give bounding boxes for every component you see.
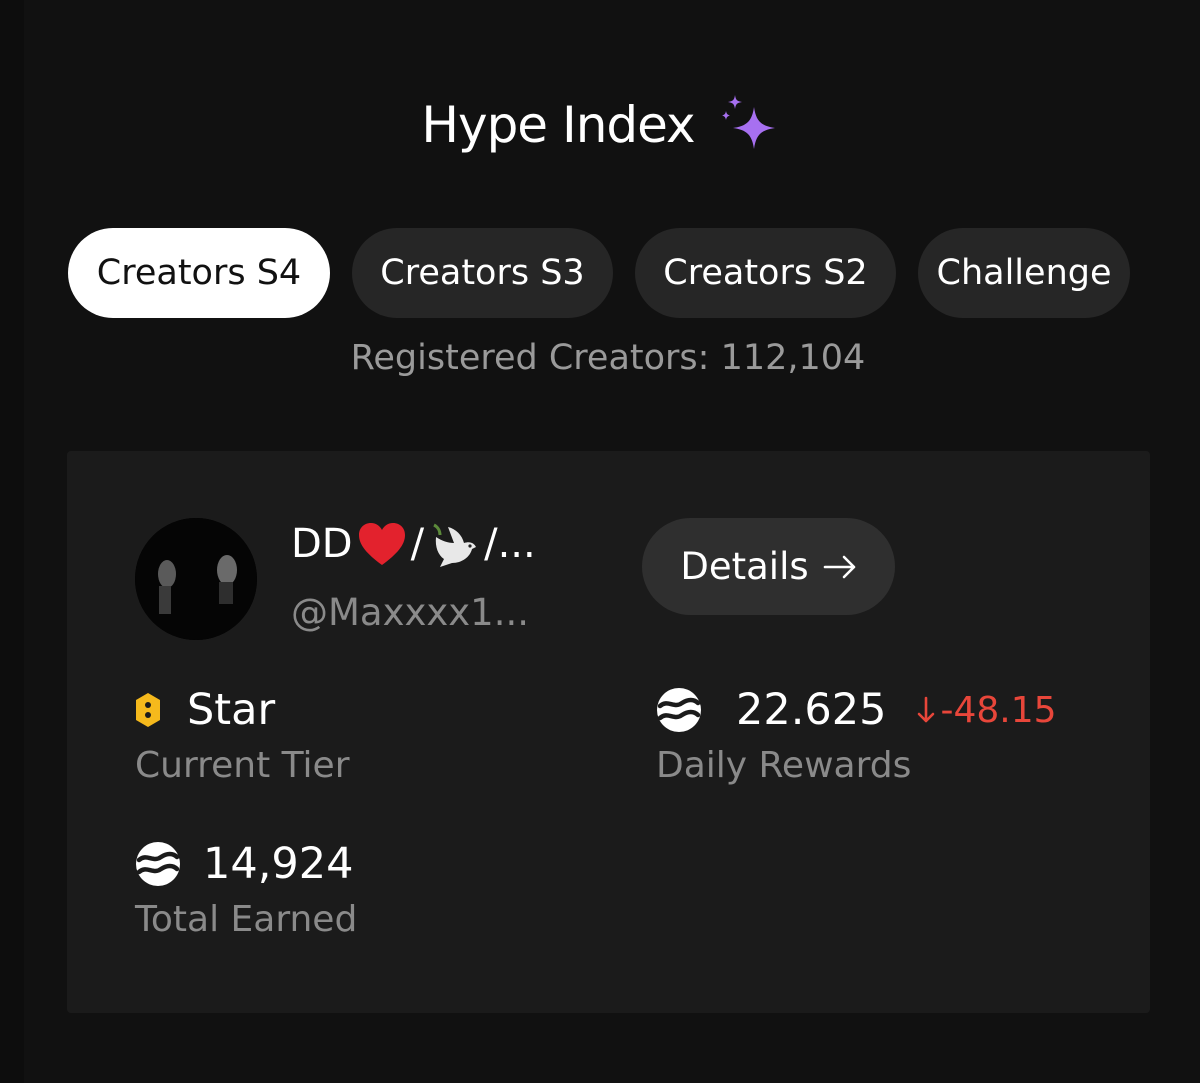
creator-name-suffix: /... bbox=[484, 521, 536, 567]
sparkles-icon bbox=[721, 95, 775, 149]
tier-label: Current Tier bbox=[135, 745, 350, 786]
total-earned-value: 14,924 bbox=[203, 839, 354, 889]
page-header: Hype Index bbox=[0, 80, 1200, 170]
dove-icon bbox=[433, 523, 477, 567]
details-button[interactable]: Details bbox=[642, 518, 895, 615]
daily-rewards-value: 22.625 bbox=[736, 685, 887, 735]
arrow-down-icon bbox=[918, 696, 935, 723]
total-earned-stat: 14,924 Total Earned bbox=[135, 839, 357, 940]
tab-challenge[interactable]: Challenge bbox=[918, 228, 1130, 318]
creator-name-separator: / bbox=[410, 521, 425, 567]
red-heart-icon bbox=[358, 523, 405, 565]
tab-creators-s2[interactable]: Creators S2 bbox=[635, 228, 896, 318]
daily-rewards-stat: 22.625 -48.15 Daily Rewards bbox=[656, 685, 1057, 786]
daily-rewards-label: Daily Rewards bbox=[656, 745, 912, 786]
details-label: Details bbox=[680, 545, 809, 588]
season-tabs: Creators S4 Creators S3 Creators S2 Chal… bbox=[68, 228, 1130, 318]
total-earned-label: Total Earned bbox=[135, 899, 358, 940]
page-title: Hype Index bbox=[421, 96, 695, 154]
tab-creators-s3[interactable]: Creators S3 bbox=[352, 228, 613, 318]
tab-creators-s4[interactable]: Creators S4 bbox=[68, 228, 330, 318]
creator-handle: @Maxxxx1... bbox=[291, 591, 530, 634]
token-icon bbox=[136, 842, 180, 886]
creator-name-prefix: DD bbox=[291, 521, 353, 567]
tier-value: Star bbox=[187, 685, 276, 735]
token-icon bbox=[657, 688, 701, 732]
registered-creators-count: Registered Creators: 112,104 bbox=[350, 338, 866, 378]
avatar-image bbox=[135, 518, 257, 640]
tier-stat: Star Current Tier bbox=[135, 685, 350, 786]
creator-name: DD / /... bbox=[291, 519, 536, 569]
arrow-right-icon bbox=[823, 555, 855, 578]
daily-change-value: -48.15 bbox=[940, 689, 1057, 731]
tier-badge-icon bbox=[136, 693, 160, 727]
daily-change: -48.15 bbox=[916, 689, 1057, 731]
avatar[interactable] bbox=[135, 518, 257, 640]
creator-card: DD / /... @Maxxxx1... Details Star Curre… bbox=[67, 451, 1150, 1013]
